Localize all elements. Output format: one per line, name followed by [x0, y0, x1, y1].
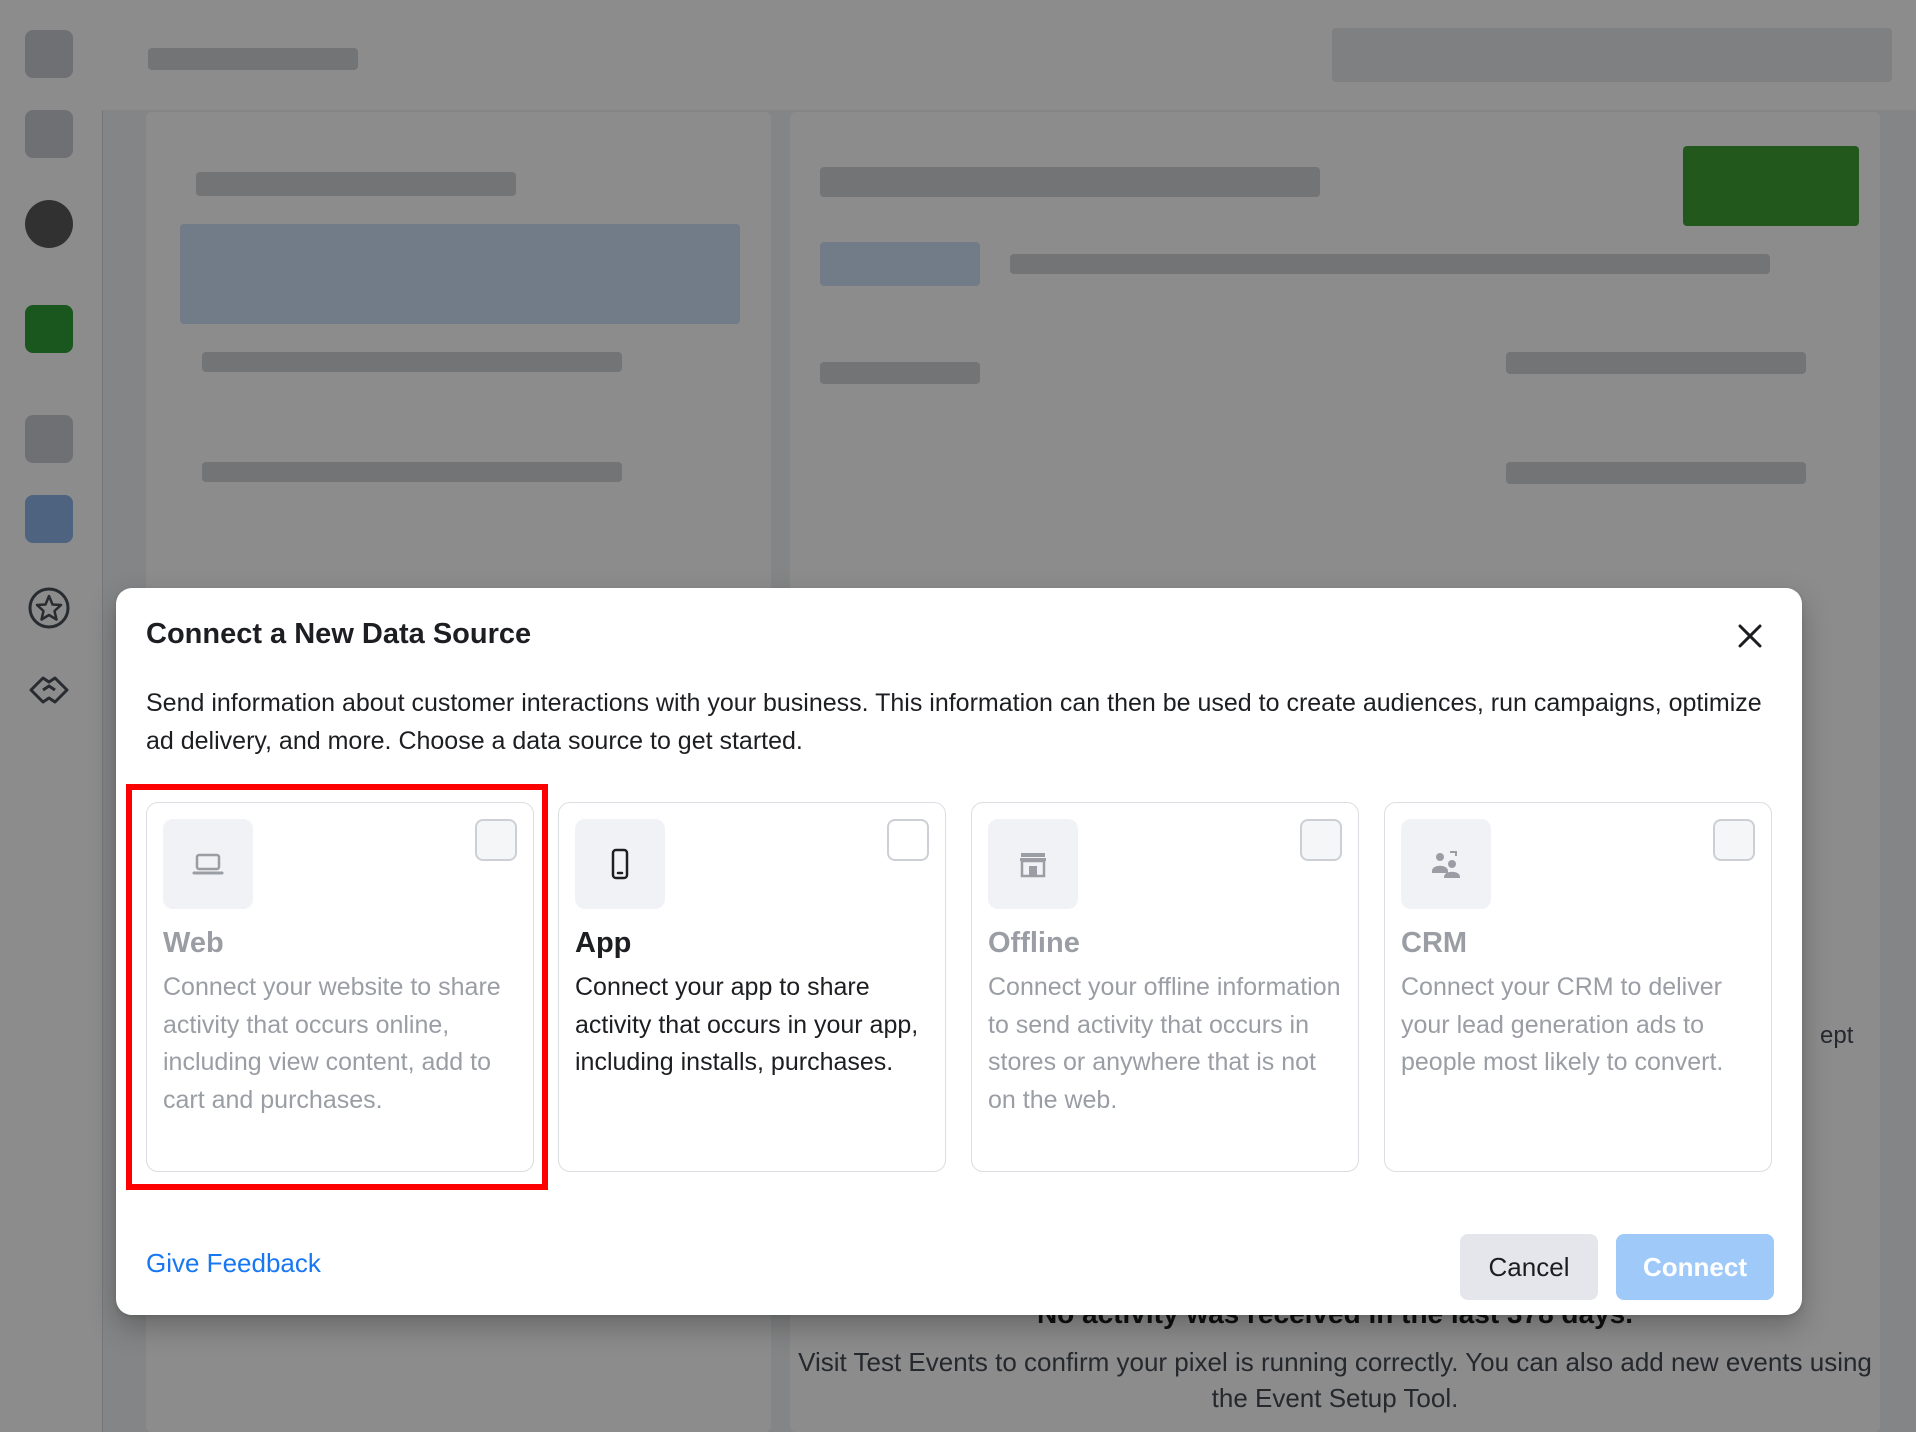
offline-card-title: Offline [988, 927, 1080, 959]
mobile-phone-icon [611, 848, 629, 880]
connect-button[interactable]: Connect [1616, 1234, 1774, 1300]
offline-checkbox[interactable] [1300, 819, 1342, 861]
crm-card-title: CRM [1401, 927, 1468, 959]
app-card-description: Connect your app to share activity that … [575, 973, 919, 1076]
dialog-description: Send information about customer interact… [146, 689, 1762, 755]
crm-icon-box [1401, 819, 1491, 909]
offline-card-description: Connect your offline information to send… [988, 973, 1341, 1114]
dialog-title: Connect a New Data Source [146, 618, 532, 650]
app-checkbox[interactable] [887, 819, 929, 861]
close-icon [1738, 624, 1762, 648]
crm-card-description: Connect your CRM to deliver your lead ge… [1401, 973, 1724, 1076]
close-button[interactable] [1724, 610, 1776, 662]
web-card-highlight [126, 784, 548, 1190]
cancel-button[interactable]: Cancel [1460, 1234, 1598, 1300]
offline-icon-box [988, 819, 1078, 909]
people-sync-icon [1432, 851, 1460, 878]
app-icon-box [575, 819, 665, 909]
offline-source-card[interactable]: Offline Connect your offline information… [971, 802, 1359, 1172]
app-card-title: App [575, 927, 632, 959]
store-icon [1020, 853, 1046, 878]
give-feedback-link[interactable]: Give Feedback [146, 1248, 321, 1279]
crm-checkbox[interactable] [1713, 819, 1755, 861]
app-source-card[interactable]: App Connect your app to share activity t… [558, 802, 946, 1172]
crm-source-card[interactable]: CRM Connect your CRM to deliver your lea… [1384, 802, 1772, 1172]
